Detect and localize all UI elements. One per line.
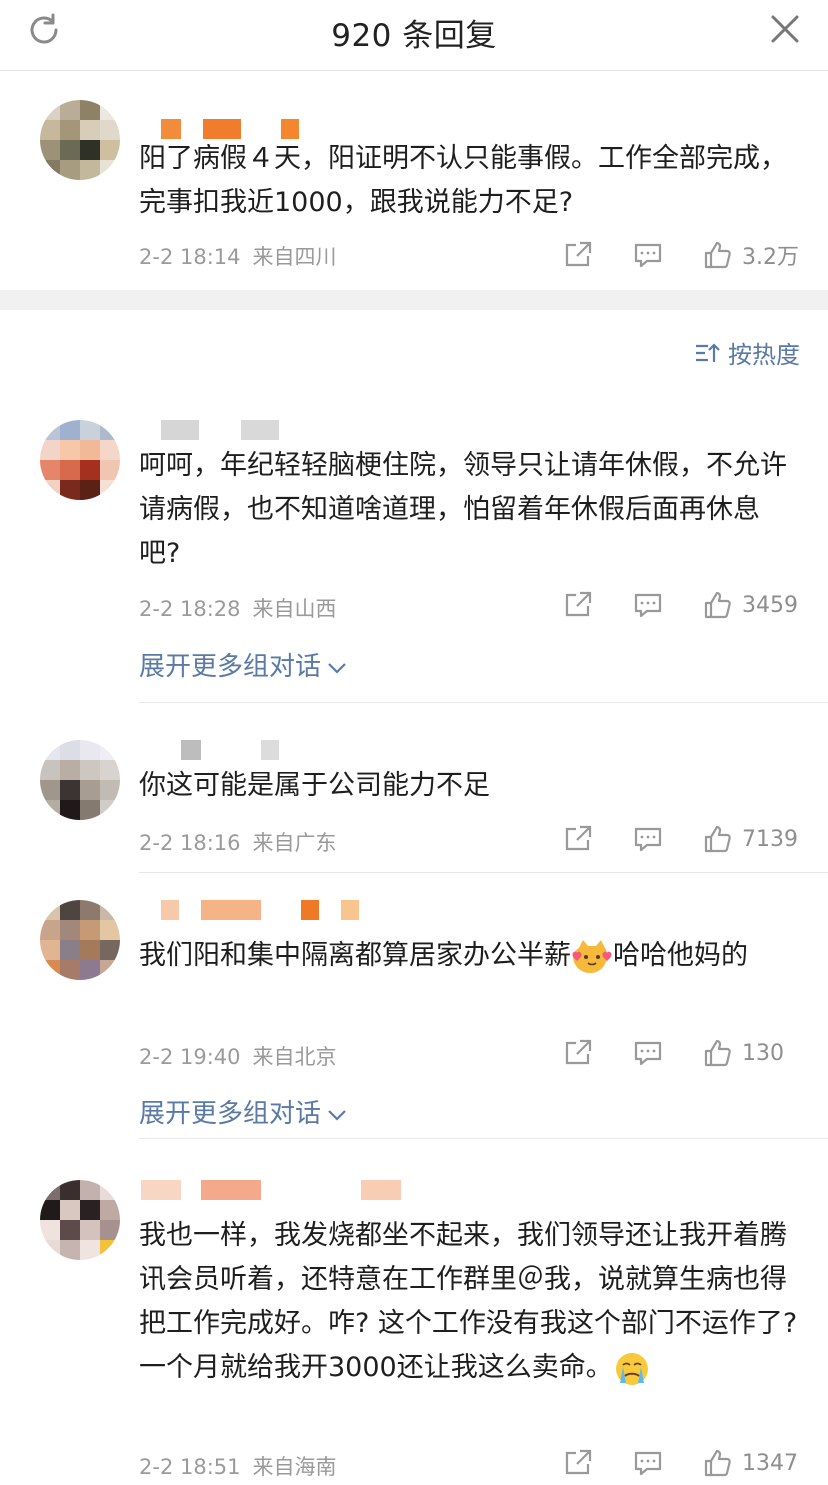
avatar[interactable] bbox=[40, 740, 120, 820]
comment-location: 来自四川 bbox=[252, 245, 337, 269]
comment-meta: 2-2 18:28 来自山西 bbox=[139, 593, 337, 623]
comment-actions: 130 bbox=[562, 1036, 800, 1070]
reply-icon[interactable] bbox=[632, 589, 664, 621]
like-icon[interactable] bbox=[702, 1037, 734, 1069]
comment-text: 我也一样，我发烧都坐不起来，我们领导还让我开着腾讯会员听着，还特意在工作群里＠我… bbox=[139, 1214, 799, 1390]
username-redacted[interactable] bbox=[139, 420, 399, 444]
page-title: 920 条回复 bbox=[331, 18, 497, 54]
comment-time: 2-2 18:51 bbox=[139, 1455, 241, 1479]
divider bbox=[139, 702, 828, 703]
reply-comment: 我也一样，我发烧都坐不起来，我们领导还让我开着腾讯会员听着，还特意在工作群里＠我… bbox=[0, 1180, 828, 1480]
root-comment: 阳了病假４天，阳证明不认只能事假。工作全部完成，完事扣我近1000，跟我说能力不… bbox=[0, 95, 828, 295]
cat-heart-emoji bbox=[572, 939, 612, 973]
comment-actions: 1347 bbox=[562, 1446, 800, 1480]
like-icon[interactable] bbox=[702, 823, 734, 855]
expand-more-conversation[interactable]: 展开更多组对话 bbox=[139, 1093, 347, 1130]
like-count: 3.2万 bbox=[742, 245, 799, 270]
reply-icon[interactable] bbox=[632, 823, 664, 855]
comment-actions: 7139 bbox=[562, 822, 800, 856]
section-separator bbox=[0, 290, 828, 310]
reply-comment: 我们阳和集中隔离都算居家办公半薪 哈哈他妈的 2-2 19:40 来自北京 130… bbox=[0, 900, 828, 1150]
comment-location: 来自海南 bbox=[252, 1455, 337, 1479]
share-icon[interactable] bbox=[562, 823, 594, 855]
reply-icon[interactable] bbox=[632, 1037, 664, 1069]
reply-icon[interactable] bbox=[632, 1447, 664, 1479]
divider bbox=[139, 872, 828, 873]
comment-text-part: 我们阳和集中隔离都算居家办公半薪 bbox=[139, 940, 571, 971]
username-redacted[interactable] bbox=[139, 900, 399, 924]
expand-label: 展开更多组对话 bbox=[139, 1099, 322, 1129]
like-icon[interactable] bbox=[702, 589, 734, 621]
sort-by-hot[interactable]: 按热度 bbox=[694, 335, 800, 370]
chevron-down-icon bbox=[328, 662, 346, 674]
reply-icon[interactable] bbox=[632, 239, 664, 271]
comment-time: 2-2 19:40 bbox=[139, 1045, 241, 1069]
comment-meta: 2-2 18:51 来自海南 bbox=[139, 1451, 337, 1481]
reply-comment: 你这可能是属于公司能力不足 2-2 18:16 来自广东 7139 bbox=[0, 740, 828, 870]
sort-icon bbox=[696, 342, 720, 362]
sort-label: 按热度 bbox=[728, 341, 800, 369]
comment-text-part: 我也一样，我发烧都坐不起来，我们领导还让我开着腾讯会员听着，还特意在工作群里＠我… bbox=[139, 1220, 798, 1383]
comment-actions: 3459 bbox=[562, 588, 800, 622]
top-bar: 920 条回复 bbox=[0, 0, 828, 71]
avatar[interactable] bbox=[40, 900, 120, 980]
crying-face-emoji bbox=[615, 1352, 648, 1385]
comment-meta: 2-2 18:16 来自广东 bbox=[139, 827, 337, 857]
reply-comment: 呵呵，年纪轻轻脑梗住院，领导只让请年休假，不允许请病假，也不知道啥道理，怕留着年… bbox=[0, 420, 828, 690]
comment-text: 你这可能是属于公司能力不足 bbox=[139, 770, 490, 801]
like-count: 130 bbox=[742, 1040, 784, 1066]
comment-text: 我们阳和集中隔离都算居家办公半薪 哈哈他妈的 bbox=[139, 934, 799, 978]
like-count: 1347 bbox=[742, 1450, 798, 1476]
comment-actions: 3.2万 bbox=[562, 238, 800, 272]
like-icon[interactable] bbox=[702, 1447, 734, 1479]
comment-text: 阳了病假４天，阳证明不认只能事假。工作全部完成，完事扣我近1000，跟我说能力不… bbox=[139, 143, 787, 218]
comment-time: 2-2 18:14 bbox=[139, 245, 241, 269]
share-icon[interactable] bbox=[562, 1037, 594, 1069]
username-redacted[interactable] bbox=[139, 1180, 401, 1204]
comment-meta: 2-2 18:14 来自四川 bbox=[139, 241, 337, 271]
comment-text-part: 哈哈他妈的 bbox=[613, 940, 748, 971]
close-icon[interactable] bbox=[768, 12, 802, 46]
comment-time: 2-2 18:28 bbox=[139, 597, 241, 621]
like-icon[interactable] bbox=[702, 239, 734, 271]
comment-location: 来自广东 bbox=[252, 831, 337, 855]
share-icon[interactable] bbox=[562, 239, 594, 271]
avatar[interactable] bbox=[40, 420, 120, 500]
expand-label: 展开更多组对话 bbox=[139, 652, 322, 682]
comment-time: 2-2 18:16 bbox=[139, 831, 241, 855]
like-count: 7139 bbox=[742, 826, 798, 852]
comment-meta: 2-2 19:40 来自北京 bbox=[139, 1041, 337, 1071]
like-count: 3459 bbox=[742, 592, 798, 618]
avatar[interactable] bbox=[40, 100, 120, 180]
comment-text: 呵呵，年纪轻轻脑梗住院，领导只让请年休假，不允许请病假，也不知道啥道理，怕留着年… bbox=[139, 450, 787, 569]
share-icon[interactable] bbox=[562, 1447, 594, 1479]
divider bbox=[139, 1138, 828, 1139]
avatar[interactable] bbox=[40, 1180, 120, 1260]
chevron-down-icon bbox=[328, 1109, 346, 1121]
comment-location: 来自山西 bbox=[252, 597, 337, 621]
expand-more-conversation[interactable]: 展开更多组对话 bbox=[139, 646, 347, 683]
username-redacted[interactable] bbox=[139, 740, 399, 764]
comment-location: 来自北京 bbox=[252, 1045, 337, 1069]
share-icon[interactable] bbox=[562, 589, 594, 621]
